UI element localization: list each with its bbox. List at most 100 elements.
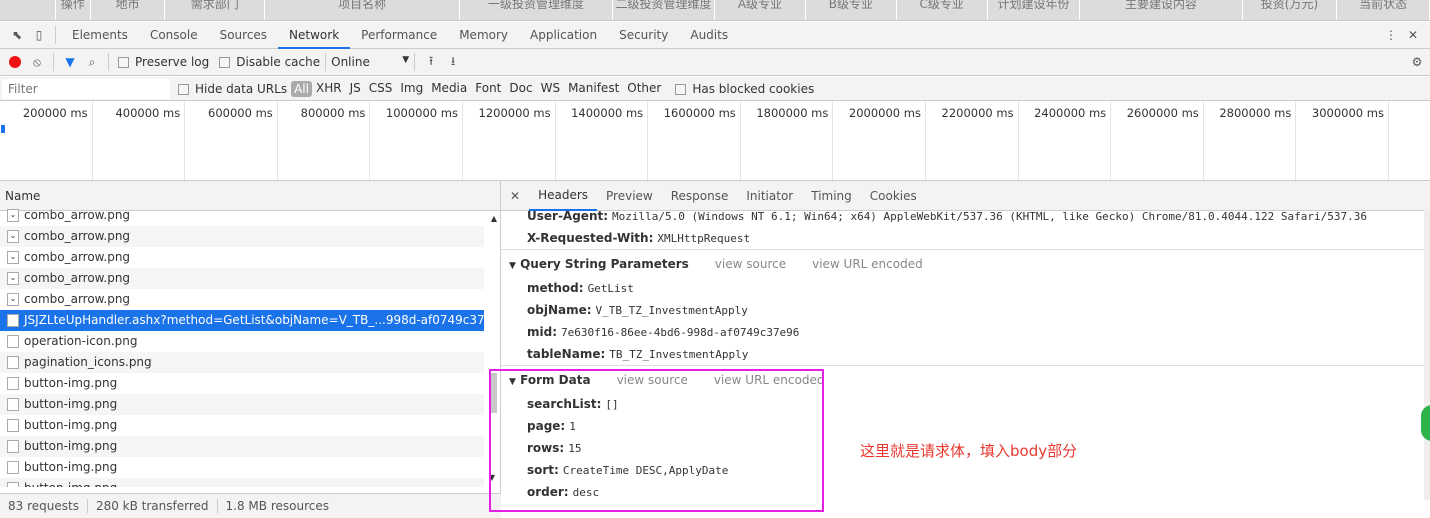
disable-cache-checkbox[interactable]: Disable cache bbox=[215, 55, 320, 69]
tab-memory[interactable]: Memory bbox=[448, 22, 519, 49]
timeline-overview[interactable]: 200000 ms 400000 ms 600000 ms 800000 ms 1000… bbox=[0, 101, 1430, 181]
tab-elements[interactable]: Elements bbox=[61, 22, 139, 49]
tab-audits[interactable]: Audits bbox=[679, 22, 739, 49]
timeline-tick-label: 2800000 ms bbox=[1204, 101, 1297, 180]
request-rows: ⌄ combo_arrow.png ⌄ combo_arrow.png ⌄ combo_a… bbox=[0, 205, 500, 487]
param-key: tableName: bbox=[527, 347, 606, 361]
filter-input[interactable] bbox=[2, 78, 170, 99]
request-row[interactable]: ⌄ combo_arrow.png bbox=[0, 205, 484, 226]
settings-gear-icon[interactable]: ⚙ bbox=[1406, 51, 1428, 73]
has-blocked-cookies-label: Has blocked cookies bbox=[692, 81, 815, 96]
import-har-icon[interactable]: ⭱ bbox=[420, 51, 442, 73]
page-column-header[interactable]: 地市 bbox=[91, 0, 166, 20]
page-column-header[interactable]: 项目名称 bbox=[265, 0, 460, 20]
tab-performance[interactable]: Performance bbox=[350, 22, 448, 49]
tab-sources[interactable]: Sources bbox=[209, 22, 278, 49]
view-url-encoded-link[interactable]: view URL encoded bbox=[812, 257, 923, 271]
request-row[interactable]: pagination_icons.png bbox=[0, 352, 484, 373]
request-row[interactable]: button-img.png bbox=[0, 415, 484, 436]
filter-type-media[interactable]: Media bbox=[427, 81, 471, 97]
request-name: button-img.png bbox=[24, 439, 118, 453]
page-column-header[interactable]: B级专业 bbox=[806, 0, 897, 20]
page-column-header[interactable]: 主要建设内容 bbox=[1080, 0, 1243, 20]
page-column-header[interactable]: A级专业 bbox=[715, 0, 806, 20]
filter-type-ws[interactable]: WS bbox=[537, 81, 564, 97]
page-column-header[interactable]: 操作 bbox=[56, 0, 91, 20]
page-column-header[interactable]: 当前状态 bbox=[1337, 0, 1430, 20]
timeline-tick-label: 1600000 ms bbox=[648, 101, 741, 180]
page-column-header[interactable]: C级专业 bbox=[897, 0, 988, 20]
param-value: Mozilla/5.0 (Windows NT 6.1; Win64; x64)… bbox=[612, 210, 1368, 223]
page-column-header[interactable]: 计划建设年份 bbox=[988, 0, 1081, 20]
tab-network[interactable]: Network bbox=[278, 22, 351, 49]
scroll-up-icon[interactable]: ▲ bbox=[491, 214, 497, 223]
inspect-element-icon[interactable]: ⬉ bbox=[6, 24, 28, 46]
filter-type-other[interactable]: Other bbox=[623, 81, 665, 97]
request-row[interactable]: button-img.png bbox=[0, 478, 484, 487]
floating-green-widget[interactable] bbox=[1421, 405, 1430, 441]
search-icon[interactable]: ⌕ bbox=[81, 51, 103, 73]
page-column-header[interactable]: 二级投资管理维度 bbox=[613, 0, 715, 20]
record-icon[interactable] bbox=[4, 51, 26, 73]
tab-console[interactable]: Console bbox=[139, 22, 209, 49]
filter-type-css[interactable]: CSS bbox=[365, 81, 397, 97]
request-name: combo_arrow.png bbox=[24, 250, 131, 264]
param-key: method: bbox=[527, 281, 584, 295]
device-toolbar-icon[interactable]: ▯ bbox=[28, 24, 50, 46]
view-source-link[interactable]: view source bbox=[715, 257, 786, 271]
tab-security[interactable]: Security bbox=[608, 22, 679, 49]
divider bbox=[325, 53, 327, 71]
request-row[interactable]: ⌄ combo_arrow.png bbox=[0, 226, 484, 247]
request-row[interactable]: button-img.png bbox=[0, 394, 484, 415]
query-string-section[interactable]: ▼ Query String Parameters view source view… bbox=[501, 249, 1430, 277]
request-row[interactable]: button-img.png bbox=[0, 373, 484, 394]
file-icon bbox=[7, 356, 19, 369]
query-params: method: GetList objName: V_TB_TZ_Investment… bbox=[501, 277, 1430, 365]
has-blocked-cookies-checkbox[interactable]: Has blocked cookies bbox=[671, 82, 814, 96]
request-name: combo_arrow.png bbox=[24, 271, 131, 285]
header-row: tableName: TB_TZ_InvestmentApply bbox=[501, 343, 1430, 365]
filter-bar: Hide data URLs AllXHRJSCSSImgMediaFontDo… bbox=[0, 77, 1430, 101]
hide-data-urls-checkbox[interactable]: Hide data URLs bbox=[174, 82, 287, 96]
page-column-header[interactable]: 需求部门 bbox=[165, 0, 266, 20]
filter-icon[interactable]: ▼ bbox=[59, 51, 81, 73]
filter-type-font[interactable]: Font bbox=[471, 81, 505, 97]
request-row[interactable]: operation-icon.png bbox=[0, 331, 484, 352]
divider bbox=[53, 53, 54, 71]
request-row[interactable]: ⌄ combo_arrow.png bbox=[0, 289, 484, 310]
preserve-log-checkbox[interactable]: Preserve log bbox=[114, 55, 209, 69]
filter-type-xhr[interactable]: XHR bbox=[312, 81, 346, 97]
request-row[interactable]: ⌄ combo_arrow.png bbox=[0, 247, 484, 268]
filter-type-all[interactable]: All bbox=[291, 80, 312, 97]
request-row[interactable]: JSJZLteUpHandler.ashx?method=GetList&obj… bbox=[0, 310, 484, 331]
request-row[interactable]: button-img.png bbox=[0, 436, 484, 457]
request-name: combo_arrow.png bbox=[24, 208, 131, 222]
header-row: objName: V_TB_TZ_InvestmentApply bbox=[501, 299, 1430, 321]
divider bbox=[55, 26, 56, 44]
hide-data-urls-label: Hide data URLs bbox=[195, 81, 288, 96]
filter-type-doc[interactable]: Doc bbox=[505, 81, 536, 97]
close-icon[interactable]: ✕ bbox=[1402, 24, 1424, 46]
page-column-header[interactable]: 投资(万元) bbox=[1243, 0, 1338, 20]
more-menu-icon[interactable]: ⋮ bbox=[1380, 24, 1402, 46]
request-name: button-img.png bbox=[24, 481, 117, 487]
clear-icon[interactable]: ⦸ bbox=[26, 51, 48, 73]
timeline-tick-label: 2200000 ms bbox=[926, 101, 1019, 180]
request-row[interactable]: button-img.png bbox=[0, 457, 484, 478]
close-detail-icon[interactable]: ✕ bbox=[501, 182, 529, 210]
tab-application[interactable]: Application bbox=[519, 22, 608, 49]
filter-type-manifest[interactable]: Manifest bbox=[564, 81, 623, 97]
filter-type-js[interactable]: JS bbox=[346, 81, 365, 97]
filter-type-img[interactable]: Img bbox=[396, 81, 427, 97]
param-key: objName: bbox=[527, 303, 592, 317]
timeline-tick-label: 1000000 ms bbox=[370, 101, 463, 180]
request-name: button-img.png bbox=[24, 460, 118, 474]
timeline-tick-label: 800000 ms bbox=[278, 101, 371, 180]
detail-scrollbar[interactable] bbox=[1424, 210, 1430, 500]
request-row[interactable]: ⌄ combo_arrow.png bbox=[0, 268, 484, 289]
export-har-icon[interactable]: ⭳ bbox=[442, 51, 464, 73]
throttle-select[interactable]: Online ▼ bbox=[331, 55, 409, 69]
page-column-header[interactable]: 一级投资管理维度 bbox=[460, 0, 613, 20]
request-name: JSJZLteUpHandler.ashx?method=GetList&obj… bbox=[24, 313, 484, 327]
divider bbox=[414, 53, 416, 71]
